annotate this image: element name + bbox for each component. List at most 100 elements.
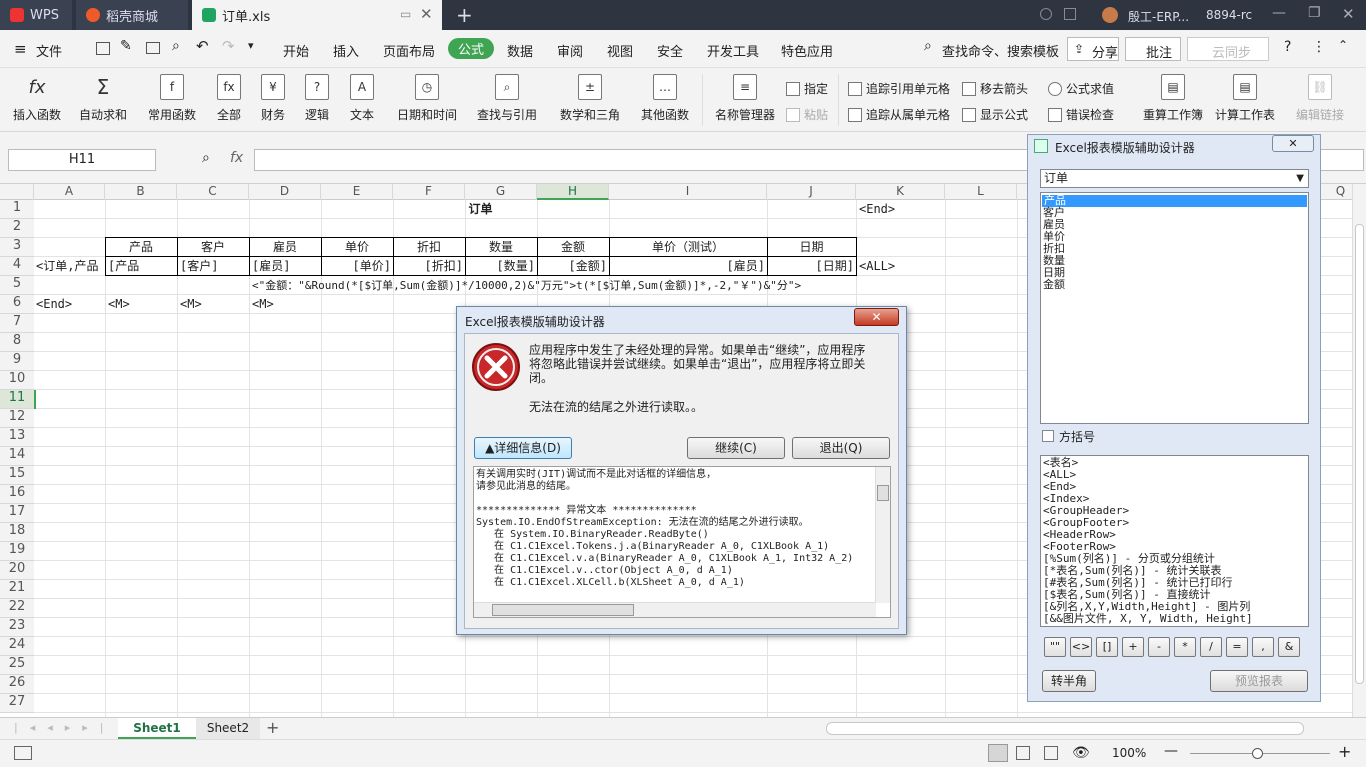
- row-header[interactable]: 15: [0, 466, 34, 485]
- row-header[interactable]: 22: [0, 599, 34, 618]
- add-sheet-icon[interactable]: +: [266, 718, 279, 737]
- cell-d5[interactable]: <"金额："&Round(*[$订单,Sum(金额)]*/10000,2)&"万…: [252, 276, 801, 295]
- tab-docer[interactable]: 稻壳商城: [76, 0, 188, 30]
- field-list[interactable]: 产品 客户 雇员 单价 折扣 数量 日期 金额: [1040, 192, 1309, 424]
- half-width-button[interactable]: 转半角: [1042, 670, 1096, 692]
- col-header[interactable]: F: [393, 184, 465, 200]
- insert-function-button[interactable]: fx 插入函数: [10, 72, 64, 123]
- col-header[interactable]: G: [465, 184, 537, 200]
- details-v-thumb[interactable]: [877, 485, 889, 501]
- preview-report-button[interactable]: 预览报表: [1210, 670, 1308, 692]
- h-scroll-thumb[interactable]: [826, 722, 1304, 735]
- minimize-icon[interactable]: —: [1272, 5, 1286, 21]
- print-preview-icon[interactable]: ⌕: [172, 38, 180, 54]
- error-check-button[interactable]: 错误检查: [1048, 106, 1114, 123]
- details-h-thumb[interactable]: [492, 604, 634, 616]
- list-item[interactable]: 单价: [1041, 231, 1308, 243]
- cell-title[interactable]: 订单: [105, 200, 856, 219]
- more-icon[interactable]: ⋮: [1312, 39, 1326, 55]
- eye-icon[interactable]: 👁: [1072, 745, 1090, 761]
- macro-icon[interactable]: [14, 746, 32, 760]
- menu-formula[interactable]: 公式: [448, 38, 495, 59]
- menu-page-layout[interactable]: 页面布局: [383, 41, 435, 60]
- undo-icon[interactable]: ↶: [196, 37, 209, 55]
- zoom-level[interactable]: 100%: [1112, 746, 1146, 760]
- user-name[interactable]: 殷工-ERP...: [1128, 8, 1189, 25]
- new-tab-icon[interactable]: +: [456, 3, 473, 27]
- table-combo[interactable]: 订单 ▼: [1040, 169, 1309, 188]
- row-header[interactable]: 25: [0, 656, 34, 675]
- share-button[interactable]: 分享 ⇪: [1067, 37, 1119, 61]
- symbol-button[interactable]: ,: [1252, 637, 1274, 657]
- col-header[interactable]: L: [945, 184, 1017, 200]
- details-h-scrollbar[interactable]: [474, 602, 876, 617]
- select-all[interactable]: [0, 184, 34, 200]
- cell-header[interactable]: 单价: [321, 238, 393, 257]
- tab-wps[interactable]: WPS: [0, 0, 72, 30]
- vertical-scrollbar[interactable]: [1352, 184, 1366, 717]
- lookup-button[interactable]: ⌕ 查找与引用: [472, 72, 542, 123]
- details-button[interactable]: ▲详细信息(D): [474, 437, 572, 459]
- paste-button[interactable]: 粘贴: [786, 106, 828, 123]
- menu-data[interactable]: 数据: [507, 41, 533, 60]
- col-header[interactable]: E: [321, 184, 393, 200]
- datetime-button[interactable]: ◷ 日期和时间: [392, 72, 462, 123]
- collapse-ribbon-icon[interactable]: ⌃: [1338, 38, 1348, 52]
- cell-j4[interactable]: [日期]: [767, 257, 854, 276]
- details-v-scrollbar[interactable]: [875, 467, 890, 603]
- row-header[interactable]: 4: [0, 257, 34, 276]
- symbol-button[interactable]: /: [1200, 637, 1222, 657]
- calc-sheet-button[interactable]: ▤ 计算工作表: [1212, 72, 1278, 123]
- skin-icon[interactable]: [1040, 8, 1052, 20]
- row-header[interactable]: 13: [0, 428, 34, 447]
- list-item[interactable]: 雇员: [1041, 219, 1308, 231]
- fx-icon[interactable]: fx: [230, 150, 243, 166]
- edit-links-button[interactable]: ⛓ 编辑链接: [1292, 72, 1348, 123]
- row-header[interactable]: 9: [0, 352, 34, 371]
- cell-k1[interactable]: <End>: [859, 200, 895, 219]
- row-header[interactable]: 18: [0, 523, 34, 542]
- cell-g4[interactable]: [数量]: [465, 257, 535, 276]
- symbol-button[interactable]: <>: [1070, 637, 1092, 657]
- symbol-button[interactable]: *: [1174, 637, 1196, 657]
- sheet-tab-active[interactable]: Sheet1: [118, 718, 196, 739]
- dialog-close-button[interactable]: ✕: [854, 308, 899, 326]
- row-header[interactable]: 17: [0, 504, 34, 523]
- row-header[interactable]: 16: [0, 485, 34, 504]
- cell-a6[interactable]: <End>: [36, 295, 72, 314]
- row-header[interactable]: 8: [0, 333, 34, 352]
- window-icon[interactable]: [1064, 8, 1076, 20]
- menu-start[interactable]: 开始: [283, 41, 309, 60]
- cell-header[interactable]: 单价（测试）: [609, 238, 767, 257]
- other-functions-button[interactable]: … 其他函数: [636, 72, 694, 123]
- list-item[interactable]: 客户: [1041, 207, 1308, 219]
- sheet-nav-arrows[interactable]: |◂◂▸▸|: [14, 721, 116, 734]
- symbol-button[interactable]: +: [1122, 637, 1144, 657]
- row-header[interactable]: 21: [0, 580, 34, 599]
- row-header[interactable]: 1: [0, 200, 34, 219]
- tag-list[interactable]: <表名> <ALL> <End> <Index> <GroupHeader> <…: [1040, 455, 1309, 627]
- cell-b6[interactable]: <M>: [108, 295, 130, 314]
- row-header[interactable]: 10: [0, 371, 34, 390]
- menu-view[interactable]: 视图: [607, 41, 633, 60]
- cell-h4[interactable]: [金额]: [537, 257, 607, 276]
- cell-header[interactable]: 数量: [465, 238, 537, 257]
- cell-c6[interactable]: <M>: [180, 295, 202, 314]
- save-icon[interactable]: [96, 42, 110, 55]
- cloud-sync-button[interactable]: 云同步: [1187, 37, 1269, 61]
- symbol-button[interactable]: =: [1226, 637, 1248, 657]
- cell-d4[interactable]: [雇员]: [252, 257, 290, 276]
- cell-header[interactable]: 产品: [105, 238, 177, 257]
- row-header[interactable]: 23: [0, 618, 34, 637]
- bracket-checkbox[interactable]: [1042, 430, 1054, 442]
- all-functions-button[interactable]: fx 全部: [210, 72, 248, 123]
- assign-button[interactable]: 指定: [786, 80, 828, 97]
- col-header[interactable]: A: [34, 184, 105, 200]
- normal-view-icon[interactable]: [988, 744, 1008, 762]
- menu-file[interactable]: 文件: [36, 41, 62, 60]
- print-icon[interactable]: [146, 42, 160, 54]
- menu-insert[interactable]: 插入: [333, 41, 359, 60]
- row-header[interactable]: 11: [0, 390, 34, 409]
- cell-f4[interactable]: [折扣]: [393, 257, 463, 276]
- col-header[interactable]: C: [177, 184, 249, 200]
